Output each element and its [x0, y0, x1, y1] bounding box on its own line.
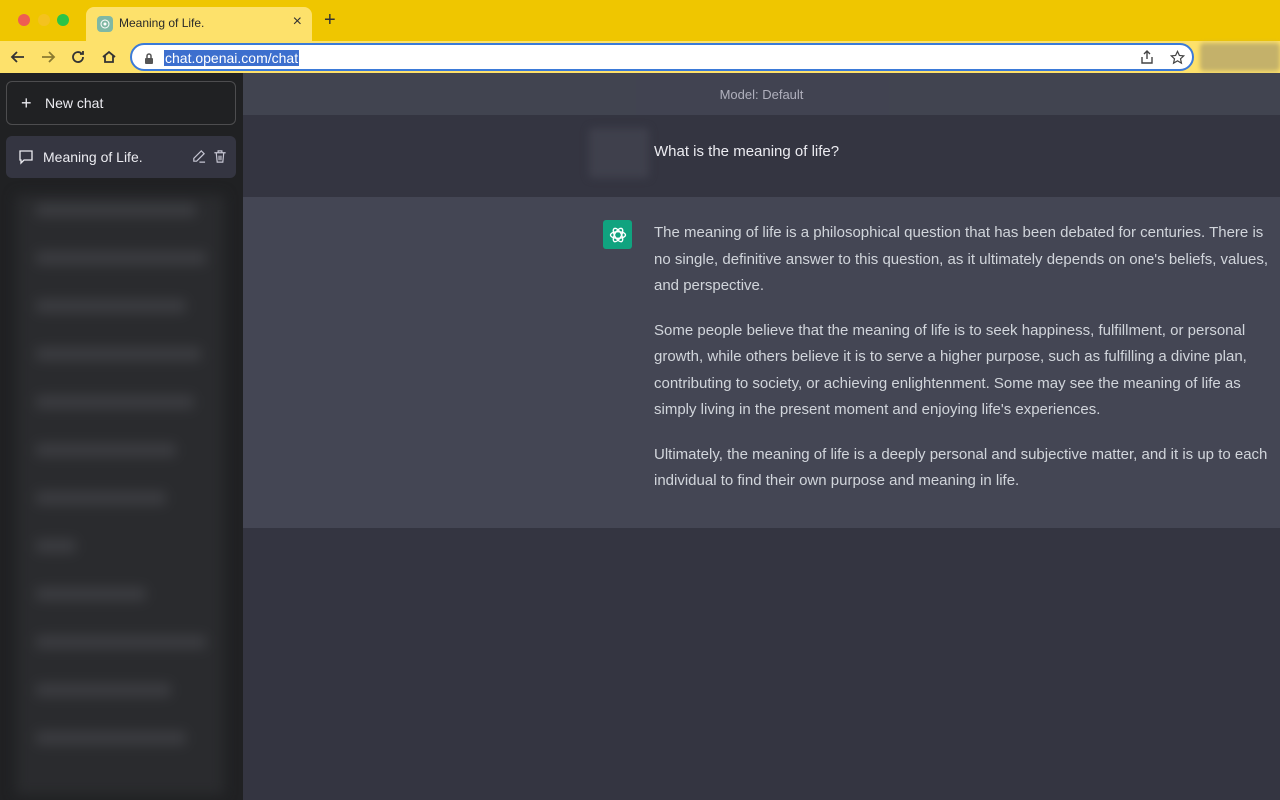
profile-avatar[interactable] [1200, 43, 1280, 71]
model-header: Model: Default [243, 73, 1280, 115]
browser-tab-bar: Meaning of Life. × + [0, 0, 1280, 41]
chat-bubble-icon [18, 149, 34, 170]
url-text[interactable]: chat.openai.com/chat [164, 50, 300, 66]
plus-icon: + [21, 92, 32, 113]
address-bar[interactable]: chat.openai.com/chat [130, 43, 1194, 71]
home-icon[interactable] [98, 46, 120, 68]
browser-tab-active[interactable]: Meaning of Life. × [86, 7, 312, 41]
assistant-message-row: The meaning of life is a philosophical q… [243, 197, 1280, 528]
model-label: Model: Default [719, 86, 804, 102]
blurred-chat-history [16, 195, 224, 795]
chat-item-label: Meaning of Life. [43, 149, 143, 165]
lock-icon [144, 52, 154, 70]
window-close-button[interactable] [18, 14, 30, 26]
chatgpt-favicon-icon [97, 16, 113, 32]
assistant-paragraph: Some people believe that the meaning of … [654, 321, 1247, 419]
bookmark-star-icon[interactable] [1169, 49, 1186, 70]
sidebar: + New chat Meaning of Life. [0, 73, 243, 800]
window-minimize-button[interactable] [38, 14, 50, 26]
assistant-message-text: The meaning of life is a philosophical q… [654, 220, 1270, 513]
back-arrow-icon[interactable] [7, 46, 29, 68]
new-chat-label: New chat [45, 95, 104, 111]
share-icon[interactable] [1140, 50, 1154, 69]
tab-title: Meaning of Life. [119, 16, 205, 30]
reload-icon[interactable] [67, 46, 89, 68]
edit-pencil-icon[interactable] [191, 149, 206, 169]
sidebar-chat-item[interactable]: Meaning of Life. [6, 136, 236, 178]
forward-arrow-icon[interactable] [37, 46, 59, 68]
assistant-paragraph: The meaning of life is a philosophical q… [654, 224, 1269, 294]
window-zoom-button[interactable] [57, 14, 69, 26]
user-avatar [589, 128, 649, 178]
tab-close-icon[interactable]: × [293, 13, 302, 31]
user-message-text: What is the meaning of life? [654, 143, 840, 160]
browser-toolbar: chat.openai.com/chat [0, 41, 1280, 73]
user-message-row: What is the meaning of life? [243, 115, 1280, 197]
new-tab-button[interactable]: + [324, 10, 336, 30]
trash-icon[interactable] [213, 149, 227, 169]
conversation-pane: Model: Default What is the meaning of li… [243, 73, 1280, 800]
assistant-paragraph: Ultimately, the meaning of life is a dee… [654, 445, 1268, 490]
new-chat-button[interactable]: + New chat [6, 81, 236, 125]
chatgpt-logo-icon [603, 220, 632, 249]
